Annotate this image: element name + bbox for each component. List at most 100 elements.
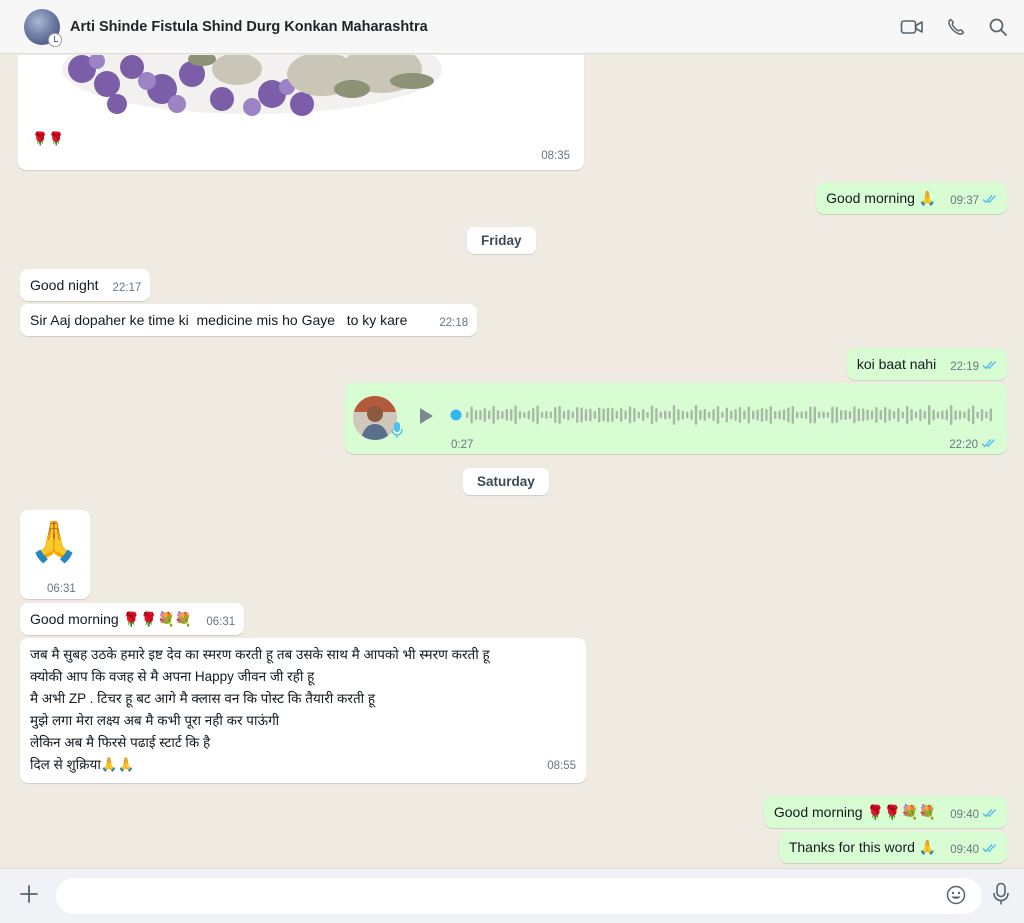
read-ticks-icon [982,840,998,860]
waveform-bar [901,411,904,419]
outgoing-message[interactable]: Good morning 🌹🌹💐💐 09:40 [763,796,1007,828]
waveform-bar [884,407,887,423]
message-line: क्योकी आप कि वजह से मै अपना Happy जीवन ज… [30,669,315,684]
playback-position[interactable] [450,409,462,421]
video-call-icon[interactable] [900,18,924,36]
waveform-bar [738,407,742,423]
waveform-bar [628,406,632,424]
audio-waveform[interactable] [450,401,995,434]
message-input[interactable] [56,878,982,914]
emoji-message[interactable]: 🙏 06:31 [20,510,90,599]
waveform-bar [637,411,640,419]
waveform-bar [756,409,759,421]
waveform-bar [857,408,860,422]
waveform-bar [928,405,931,425]
plus-icon[interactable] [18,883,40,910]
message-text: Good morning 🌹🌹💐💐 [773,804,937,820]
waveform-bar [980,409,984,421]
contact-avatar[interactable] [24,8,62,47]
read-ticks-icon [982,191,998,211]
flower-image[interactable] [22,55,580,121]
waveform-bar [708,411,711,419]
waveform-bar [818,411,821,419]
waveform-bar [716,406,720,424]
waveform-bar [690,410,693,420]
waveform-bar [558,406,561,424]
waveform-bar [602,408,605,422]
waveform-bar [589,408,592,422]
waveform-bar [941,410,944,420]
incoming-message[interactable]: Sir Aaj dopaher ke time ki medicine mis … [20,304,478,336]
waveform-bar [474,410,478,420]
outgoing-message[interactable]: Good morning 🙏 09:37 [816,182,1007,214]
waveform-bar [677,409,680,421]
image-caption: 🌹🌹 [32,131,65,146]
waveform-bar [479,410,482,420]
incoming-message[interactable]: Good morning 🌹🌹💐💐 06:31 [20,603,245,635]
waveform-bar [646,412,649,418]
waveform-bar [822,411,825,419]
waveform-bar [571,411,574,419]
waveform-bar [875,407,878,423]
outgoing-message[interactable]: koi baat nahi 22:19 [846,348,1007,380]
message-line: जब मै सुबह उठके हमारे इष्ट देव का स्मरण … [30,647,490,662]
play-icon[interactable] [418,407,434,430]
read-ticks-icon [982,357,998,377]
message-text: koi baat nahi [856,356,937,372]
waveform-bar [470,406,473,424]
waveform-bar [853,406,856,424]
waveform-bar [752,410,755,420]
waveform-bar [989,408,992,422]
flower-illustration [62,55,442,116]
waveform-bar [593,411,596,419]
waveform-bar [963,411,966,419]
waveform-bar [655,408,658,422]
header-actions [900,17,1008,37]
message-line: मुझे लगा मेरा लक्ष्य अब मै कभी पूरा नही … [30,713,280,728]
date-divider: Saturday [463,468,549,495]
emoji-large: 🙏 [29,520,79,564]
date-divider: Friday [467,227,536,254]
waveform-bar [813,406,816,424]
message-text: Good morning 🌹🌹💐💐 [30,611,193,627]
waveform-bar [712,409,715,421]
message-line: मै अभी ZP . टिचर हू बट आगे मै क्लास वन क… [30,691,376,706]
voice-message[interactable]: 0:27 22:20 [345,383,1007,454]
message-line: लेकिन अब मै फिरसे पढाई स्टार्ट कि है [30,735,211,750]
incoming-message[interactable]: Good night 22:17 [20,269,151,301]
waveform-bar [734,409,737,421]
waveform-bar [642,409,645,421]
message-text: Good night [30,277,99,293]
emoji-icon[interactable] [946,885,966,910]
incoming-message[interactable]: जब मै सुबह उठके हमारे इष्ट देव का स्मरण … [20,638,586,783]
waveform-bar [580,407,583,423]
voice-duration: 0:27 [451,439,474,451]
message-time: 22:18 [439,317,469,329]
message-composer [0,868,1024,923]
read-ticks-icon [982,805,998,825]
waveform-bar [976,411,979,419]
waveform-bar [972,405,975,425]
waveform-bar [598,407,601,423]
outgoing-message[interactable]: Thanks for this word 🙏 09:40 [778,831,1007,863]
image-message[interactable]: 🌹🌹 08:35 [18,55,584,170]
waveform-bar [743,410,746,420]
contact-name[interactable]: Arti Shinde Fistula Shind Durg Konkan Ma… [70,19,428,35]
message-text: Sir Aaj dopaher ke time ki medicine mis … [30,312,408,328]
message-list[interactable]: 🌹🌹 08:35 Good morning 🙏 09:37 Friday Goo… [0,55,1024,868]
search-icon[interactable] [988,17,1008,37]
waveform-bar [483,408,486,422]
waveform-bar [664,410,667,420]
read-ticks-icon [981,435,997,455]
waveform-bar [514,405,517,425]
waveform-bar [831,406,834,424]
microphone-icon [391,421,403,444]
waveform-bar [699,410,702,420]
waveform-bar [562,411,566,419]
voice-call-icon[interactable] [946,17,966,37]
waveform-bar [800,411,803,419]
microphone-icon[interactable] [992,882,1010,911]
waveform-bar [760,408,764,422]
waveform-bar [879,410,882,420]
waveform-bar [888,409,891,421]
